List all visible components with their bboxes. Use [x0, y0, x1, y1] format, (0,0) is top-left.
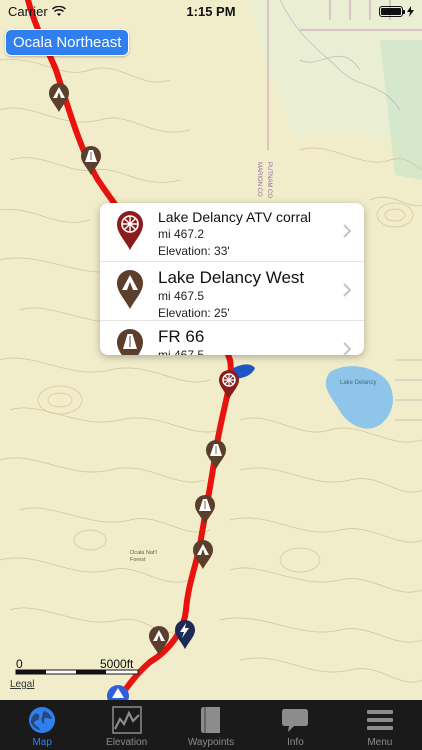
tent-marker-icon — [117, 270, 143, 309]
tab-info[interactable]: Info — [253, 700, 337, 750]
tent-marker-icon[interactable] — [48, 83, 70, 113]
popup-item-elevation: Elevation: 25' — [158, 306, 230, 320]
county-label-marion: MARION CO — [256, 162, 262, 197]
popup-item-fr66[interactable]: FR 66 mi 467.5 — [100, 321, 364, 355]
power-marker-icon[interactable] — [174, 620, 196, 650]
globe-icon — [29, 707, 56, 733]
road-marker-icon[interactable] — [194, 495, 216, 525]
legal-link[interactable]: Legal — [10, 679, 34, 690]
popup-item-mile: mi 467.2 — [158, 227, 205, 241]
tab-elevation[interactable]: Elevation — [84, 700, 168, 750]
popup-item-title: FR 66 — [158, 327, 205, 346]
tab-menu[interactable]: Menu — [338, 700, 422, 750]
popup-item-mile: mi 467.5 — [158, 348, 205, 355]
campsite-marker-icon[interactable] — [218, 370, 240, 400]
county-label-putnam: PUTNAM CO — [266, 162, 272, 198]
speech-bubble-icon — [282, 709, 309, 732]
popup-item-atv-corral[interactable]: Lake Delancy ATV corral mi 467.2 Elevati… — [100, 203, 364, 262]
road-marker-icon[interactable] — [205, 440, 227, 470]
popup-item-mile: mi 467.5 — [158, 289, 205, 303]
tent-marker-icon[interactable] — [192, 540, 214, 570]
tab-label: Map — [32, 737, 52, 748]
tent-marker-icon[interactable] — [148, 626, 170, 656]
tab-label: Menu — [367, 737, 393, 748]
hamburger-menu-icon — [366, 710, 393, 730]
book-icon — [201, 707, 221, 733]
popup-item-title: Lake Delancy ATV corral — [158, 209, 312, 225]
popup-item-title: Lake Delancy West — [158, 268, 305, 287]
waypoint-popup[interactable]: Lake Delancy ATV corral mi 467.2 Elevati… — [100, 203, 364, 355]
elevation-chart-icon — [111, 706, 142, 734]
popup-item-elevation: Elevation: 33' — [158, 244, 230, 258]
chevron-right-icon — [343, 283, 352, 297]
popup-item-delancy-west[interactable]: Lake Delancy West mi 467.5 Elevation: 25… — [100, 262, 364, 321]
battery-icon — [379, 5, 405, 17]
map-note-1: Ocala Nat'l — [130, 550, 157, 556]
tab-waypoints[interactable]: Waypoints — [169, 700, 253, 750]
road-marker-icon[interactable] — [80, 146, 102, 176]
chevron-right-icon — [343, 224, 352, 238]
map-note-2: Forest — [130, 557, 146, 563]
lake-label: Lake Delancy — [340, 380, 376, 386]
chevron-right-icon — [343, 342, 352, 355]
campsite-marker-icon — [117, 211, 143, 250]
tab-map[interactable]: Map — [0, 700, 84, 750]
tab-label: Info — [287, 737, 304, 748]
status-time: 1:15 PM — [186, 3, 236, 19]
status-bar: Carrier 1:15 PM — [0, 0, 422, 22]
map-scale-bar: 0 5000ft — [14, 657, 144, 697]
tab-label: Waypoints — [187, 737, 235, 748]
scale-ruler — [15, 669, 139, 675]
tab-label: Elevation — [106, 737, 148, 748]
tab-bar: Map Elevation Waypoints Info Menu — [0, 700, 422, 750]
map-region-button[interactable]: Ocala Northeast — [5, 29, 130, 56]
road-marker-icon — [117, 329, 143, 355]
